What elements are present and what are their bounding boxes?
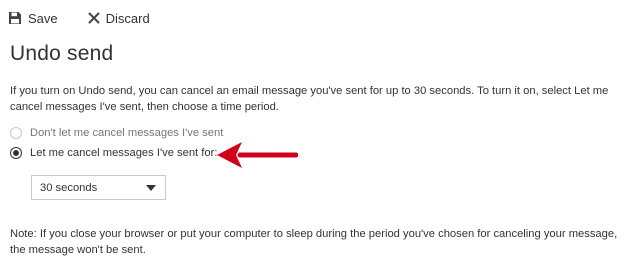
option-dont-let-cancel[interactable]: Don't let me cancel messages I've sent	[10, 127, 223, 139]
close-icon	[88, 12, 100, 24]
chevron-down-icon	[146, 182, 156, 194]
save-icon	[8, 11, 22, 25]
toolbar: Save Discard	[8, 7, 150, 29]
option-let-cancel[interactable]: Let me cancel messages I've sent for:	[10, 147, 217, 159]
option-label: Let me cancel messages I've sent for:	[30, 147, 218, 159]
discard-label: Discard	[105, 10, 150, 26]
time-period-dropdown[interactable]: 30 seconds	[31, 175, 166, 200]
radio-checked-icon[interactable]	[10, 147, 22, 159]
dropdown-value: 30 seconds	[40, 181, 98, 194]
discard-button[interactable]: Discard	[88, 7, 150, 29]
description-text: If you turn on Undo send, you can cancel…	[10, 85, 609, 113]
save-label: Save	[28, 10, 58, 26]
note-text: Note: If you close your browser or put y…	[10, 228, 618, 256]
radio-unchecked-icon[interactable]	[10, 127, 22, 139]
page-title: Undo send	[10, 42, 114, 65]
save-button[interactable]: Save	[8, 7, 58, 29]
red-arrow-annotation	[214, 139, 299, 178]
option-label: Don't let me cancel messages I've sent	[30, 127, 224, 139]
